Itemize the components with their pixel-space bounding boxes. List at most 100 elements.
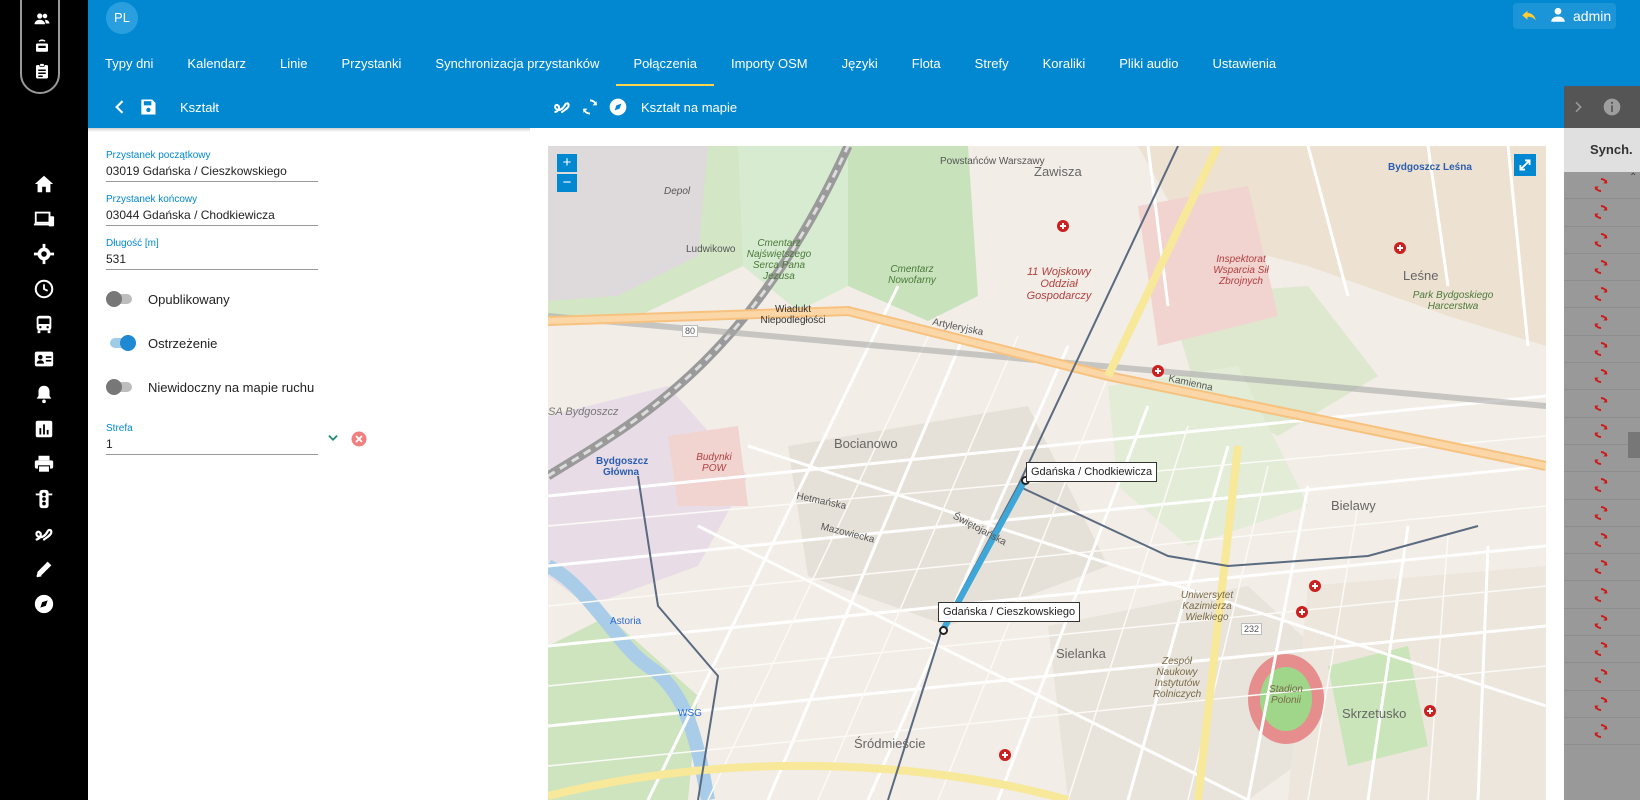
undo-arrow-icon[interactable] (1520, 7, 1538, 25)
tab-synchronizacja[interactable]: Synchronizacja przystanków (418, 44, 616, 86)
sync-icon[interactable] (1592, 667, 1610, 685)
sync-icon[interactable] (1592, 313, 1610, 331)
sync-row[interactable] (1564, 390, 1640, 418)
back-chevron-icon[interactable] (110, 97, 130, 117)
sync-row[interactable] (1564, 500, 1640, 527)
sync-icon[interactable] (1592, 449, 1610, 467)
sync-icon[interactable] (1592, 340, 1610, 358)
compass-icon[interactable] (608, 97, 628, 117)
zoom-out-button[interactable]: − (557, 174, 577, 192)
device-icon[interactable] (33, 36, 51, 54)
contact-card-icon[interactable] (33, 348, 55, 370)
sync-icon[interactable] (1592, 531, 1610, 549)
clear-circle-icon[interactable] (350, 430, 368, 448)
info-icon[interactable] (1602, 97, 1622, 117)
tab-pliki-audio[interactable]: Pliki audio (1102, 44, 1195, 86)
sync-row[interactable] (1564, 336, 1640, 364)
home-icon[interactable] (33, 173, 55, 195)
sync-icon[interactable] (1592, 613, 1610, 631)
route-shape-icon[interactable] (33, 523, 55, 545)
sync-row[interactable] (1564, 363, 1640, 391)
route-shape-icon[interactable] (552, 97, 572, 117)
sync-icon[interactable] (1592, 285, 1610, 303)
printer-icon[interactable] (33, 453, 55, 475)
sync-row[interactable] (1564, 691, 1640, 718)
stop-label-start[interactable]: Gdańska / Cieszkowskiego (938, 602, 1081, 622)
refresh-icon[interactable] (580, 97, 600, 117)
tab-strefy[interactable]: Strefy (958, 44, 1026, 86)
sync-icon[interactable] (1592, 176, 1610, 194)
devices-icon[interactable] (33, 208, 55, 230)
pencil-icon[interactable] (33, 558, 55, 580)
sync-icon[interactable] (1592, 258, 1610, 276)
tab-importy-osm[interactable]: Importy OSM (714, 44, 825, 86)
length-value[interactable]: 531 (106, 252, 318, 270)
zoom-in-button[interactable]: + (557, 154, 577, 172)
sync-icon[interactable] (1592, 476, 1610, 494)
sync-icon[interactable] (1592, 722, 1610, 740)
sync-icon[interactable] (1592, 367, 1610, 385)
tab-kalendarz[interactable]: Kalendarz (170, 44, 263, 86)
sync-row[interactable] (1564, 609, 1640, 637)
sync-icon[interactable] (1592, 695, 1610, 713)
sync-icon[interactable] (1592, 231, 1610, 249)
sync-row[interactable] (1564, 718, 1640, 746)
tab-flota[interactable]: Flota (895, 44, 958, 86)
sync-icon[interactable] (1592, 640, 1610, 658)
save-icon[interactable] (138, 97, 158, 117)
tab-polaczenia[interactable]: Połączenia (616, 44, 715, 86)
settings-gear-icon[interactable] (33, 243, 55, 265)
sync-row[interactable] (1564, 527, 1640, 555)
tab-ustawienia[interactable]: Ustawienia (1196, 44, 1294, 86)
chevron-down-icon[interactable] (326, 431, 340, 445)
sync-icon[interactable] (1592, 203, 1610, 221)
sync-icon[interactable] (1592, 504, 1610, 522)
zone-value[interactable]: 1 (106, 437, 318, 455)
sync-row[interactable] (1564, 663, 1640, 691)
sync-icon[interactable] (1592, 422, 1610, 440)
sync-row[interactable] (1564, 199, 1640, 227)
user-menu[interactable]: admin (1513, 3, 1616, 29)
sync-row[interactable] (1564, 281, 1640, 309)
sync-icon[interactable] (1592, 586, 1610, 604)
warning-toggle[interactable] (110, 335, 136, 351)
tab-jezyki[interactable]: Języki (825, 44, 895, 86)
traffic-light-icon[interactable] (33, 488, 55, 510)
sync-icon[interactable] (1592, 558, 1610, 576)
users-icon[interactable] (33, 10, 51, 28)
published-toggle[interactable] (106, 291, 132, 307)
sync-row[interactable] (1564, 636, 1640, 664)
clock-icon[interactable] (33, 278, 55, 300)
stop-label-end[interactable]: Gdańska / Chodkiewicza (1026, 462, 1158, 482)
sync-row[interactable] (1564, 581, 1640, 609)
bus-icon[interactable] (33, 313, 55, 335)
fullscreen-icon[interactable] (1514, 154, 1536, 176)
hidden-on-map-toggle[interactable] (106, 379, 132, 395)
start-stop-value[interactable]: 03019 Gdańska / Cieszkowskiego (106, 164, 318, 182)
bar-chart-icon[interactable] (33, 418, 55, 440)
map-view[interactable]: + − Zawisza Powstańców Warszawy Bydgoszc… (548, 146, 1546, 800)
start-stop-field[interactable]: Przystanek początkowy 03019 Gdańska / Ci… (106, 150, 318, 182)
bell-icon[interactable] (33, 383, 55, 405)
chevron-right-icon[interactable] (1570, 98, 1586, 116)
sync-row[interactable] (1564, 472, 1640, 500)
tab-linie[interactable]: Linie (263, 44, 324, 86)
end-stop-value[interactable]: 03044 Gdańska / Chodkiewicza (106, 208, 318, 226)
scrollbar-thumb[interactable] (1628, 432, 1640, 458)
clipboard-icon[interactable] (33, 62, 51, 80)
tab-koraliki[interactable]: Koraliki (1026, 44, 1103, 86)
stop-marker-start[interactable] (939, 626, 948, 635)
language-badge[interactable]: PL (106, 2, 138, 34)
sync-icon[interactable] (1592, 395, 1610, 413)
tab-typy-dni[interactable]: Typy dni (88, 44, 170, 86)
compass-icon[interactable] (33, 593, 55, 615)
end-stop-field[interactable]: Przystanek końcowy 03044 Gdańska / Chodk… (106, 194, 318, 226)
scroll-up-icon[interactable]: ⌃ (1629, 172, 1637, 183)
sync-row[interactable] (1564, 308, 1640, 336)
sync-row[interactable] (1564, 254, 1640, 282)
tab-przystanki[interactable]: Przystanki (324, 44, 418, 86)
sync-row[interactable] (1564, 227, 1640, 254)
zone-field[interactable]: Strefa 1 (106, 423, 318, 455)
sync-row[interactable] (1564, 554, 1640, 582)
length-field[interactable]: Długość [m] 531 (106, 238, 318, 270)
